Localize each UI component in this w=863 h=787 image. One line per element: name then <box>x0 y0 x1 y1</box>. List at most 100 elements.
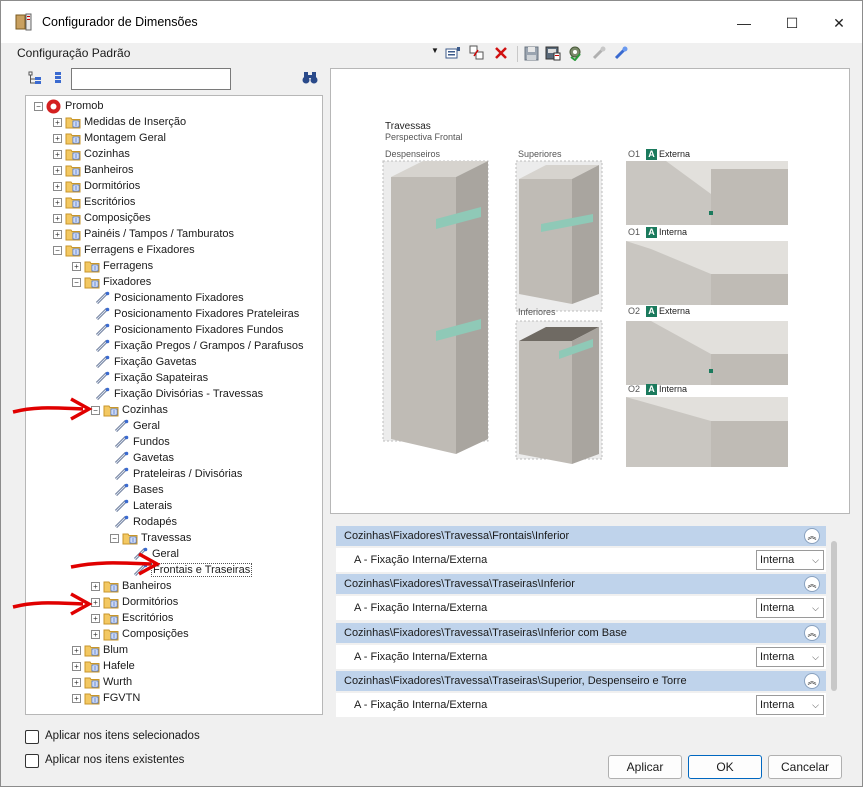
expand-toggle-icon[interactable]: + <box>53 165 62 175</box>
tree-item[interactable]: + Montagem Geral <box>53 130 166 146</box>
tree-item[interactable]: + Composições <box>91 626 189 642</box>
dropdown-arrow-icon[interactable]: ▼ <box>431 46 439 55</box>
ok-button[interactable]: OK <box>688 755 762 779</box>
fixation-select[interactable]: Interna ⌵ <box>756 550 824 570</box>
collapse-icon[interactable]: ︽ <box>804 625 820 641</box>
tree-item[interactable]: + Hafele <box>72 658 135 674</box>
tree-item[interactable]: + Banheiros <box>91 578 172 594</box>
collapse-icon[interactable]: ︽ <box>804 528 820 544</box>
tree-item[interactable]: Prateleiras / Divisórias <box>110 466 242 482</box>
tree-item[interactable]: Posicionamento Fixadores Fundos <box>91 322 283 338</box>
apply-existing-checkbox[interactable] <box>25 754 39 768</box>
tree-item[interactable]: − Fixadores <box>72 274 151 290</box>
tree-item[interactable]: + Escritórios <box>91 610 173 626</box>
link-icon[interactable] <box>611 43 631 63</box>
configuration-select[interactable]: Configuração Padrão <box>17 46 130 60</box>
tree-item[interactable]: Geral <box>110 418 160 434</box>
fixer-icon <box>114 451 129 465</box>
tree-item[interactable]: + Wurth <box>72 674 132 690</box>
tree-item[interactable]: + Dormitórios <box>53 178 140 194</box>
property-grid: Cozinhas\Fixadores\Travessa\Frontais\Inf… <box>336 526 830 717</box>
tree-item[interactable]: − Cozinhas <box>91 402 168 418</box>
property-group-header[interactable]: Cozinhas\Fixadores\Travessa\Traseiras\In… <box>336 574 826 594</box>
tree-item[interactable]: + Banheiros <box>53 162 134 178</box>
expand-toggle-icon[interactable]: + <box>53 117 62 127</box>
property-group-header[interactable]: Cozinhas\Fixadores\Travessa\Frontais\Inf… <box>336 526 826 546</box>
property-group-header[interactable]: Cozinhas\Fixadores\Travessa\Traseiras\Su… <box>336 671 826 691</box>
tree-item[interactable]: Posicionamento Fixadores <box>91 290 244 306</box>
tree-item[interactable]: Fixação Gavetas <box>91 354 197 370</box>
tree-item[interactable]: + Ferragens <box>72 258 153 274</box>
tree-item[interactable]: − Travessas <box>110 530 191 546</box>
tree-item[interactable]: Laterais <box>110 498 172 514</box>
expand-toggle-icon[interactable]: + <box>72 677 81 687</box>
tree-item[interactable]: + Painéis / Tampos / Tamburatos <box>53 226 234 242</box>
fixation-select[interactable]: Interna ⌵ <box>756 695 824 715</box>
tree-item[interactable]: Rodapés <box>110 514 177 530</box>
fixation-select[interactable]: Interna ⌵ <box>756 598 824 618</box>
collapse-toggle-icon[interactable]: − <box>34 101 43 111</box>
tree-item[interactable]: + Blum <box>72 642 128 658</box>
expand-toggle-icon[interactable]: + <box>91 629 100 639</box>
tree-item[interactable]: Fixação Sapateiras <box>91 370 208 386</box>
fixation-select[interactable]: Interna ⌵ <box>756 647 824 667</box>
fixer-icon <box>95 339 110 353</box>
tree-item[interactable]: Posicionamento Fixadores Prateleiras <box>91 306 299 322</box>
tree-item[interactable]: Bases <box>110 482 164 498</box>
expand-all-icon[interactable] <box>28 71 42 88</box>
close-button[interactable]: ✕ <box>816 9 862 37</box>
property-scrollbar[interactable] <box>831 541 837 691</box>
expand-toggle-icon[interactable]: + <box>53 213 62 223</box>
binoculars-icon[interactable] <box>302 71 318 88</box>
expand-toggle-icon[interactable]: + <box>72 693 81 703</box>
tree-item[interactable]: + Composições <box>53 210 151 226</box>
tree-item[interactable]: Fixação Pregos / Grampos / Parafusos <box>91 338 304 354</box>
settings-icon[interactable] <box>565 43 585 63</box>
expand-toggle-icon[interactable]: + <box>53 149 62 159</box>
tree-item[interactable]: + Escritórios <box>53 194 135 210</box>
collapse-toggle-icon[interactable]: − <box>53 245 62 255</box>
apply-button[interactable]: Aplicar <box>608 755 682 779</box>
tree-search-input[interactable] <box>71 68 231 90</box>
apply-selected-label: Aplicar nos itens selecionados <box>45 730 200 742</box>
delete-icon[interactable] <box>491 43 511 63</box>
collapse-toggle-icon[interactable]: − <box>72 277 81 287</box>
tree-item[interactable]: + Cozinhas <box>53 146 130 162</box>
expand-toggle-icon[interactable]: + <box>53 133 62 143</box>
tree-item[interactable]: Fixação Divisórias - Travessas <box>91 386 263 402</box>
tree-item-label: Medidas de Inserção <box>84 116 187 128</box>
tree-item[interactable]: + FGVTN <box>72 690 140 706</box>
window-title: Configurador de Dimensões <box>42 15 198 29</box>
tree-item-label: Banheiros <box>84 164 134 176</box>
tree-item[interactable]: Gavetas <box>110 450 174 466</box>
tree-item[interactable]: − Ferragens e Fixadores <box>53 242 195 258</box>
collapse-icon[interactable]: ︽ <box>804 673 820 689</box>
apply-selected-checkbox[interactable] <box>25 730 39 744</box>
property-group-header[interactable]: Cozinhas\Fixadores\Travessa\Traseiras\In… <box>336 623 826 643</box>
expand-toggle-icon[interactable]: + <box>53 197 62 207</box>
expand-toggle-icon[interactable]: + <box>53 229 62 239</box>
expand-toggle-icon[interactable]: + <box>72 261 81 271</box>
link-disabled-icon[interactable] <box>589 43 609 63</box>
maximize-button[interactable]: ☐ <box>769 9 815 37</box>
expand-toggle-icon[interactable]: + <box>72 645 81 655</box>
add-config-icon[interactable] <box>443 43 463 63</box>
cancel-button[interactable]: Cancelar <box>768 755 842 779</box>
collapse-toggle-icon[interactable]: − <box>110 533 119 543</box>
collapse-all-icon[interactable] <box>53 71 63 88</box>
tree-item[interactable]: + Medidas de Inserção <box>53 114 186 130</box>
tree-item[interactable]: Fundos <box>110 434 170 450</box>
collapse-icon[interactable]: ︽ <box>804 576 820 592</box>
tree-item[interactable]: − Promob <box>34 98 104 114</box>
save-icon[interactable] <box>521 43 541 63</box>
copy-config-icon[interactable] <box>467 43 487 63</box>
tree-item-label: Escritórios <box>122 612 174 624</box>
tree-item-label: FGVTN <box>103 692 141 704</box>
export-icon[interactable] <box>543 43 563 63</box>
minimize-button[interactable]: — <box>721 9 767 37</box>
tree-item[interactable]: + Dormitórios <box>91 594 178 610</box>
app-icon <box>15 13 32 31</box>
folder-icon <box>84 661 100 672</box>
expand-toggle-icon[interactable]: + <box>72 661 81 671</box>
expand-toggle-icon[interactable]: + <box>53 181 62 191</box>
